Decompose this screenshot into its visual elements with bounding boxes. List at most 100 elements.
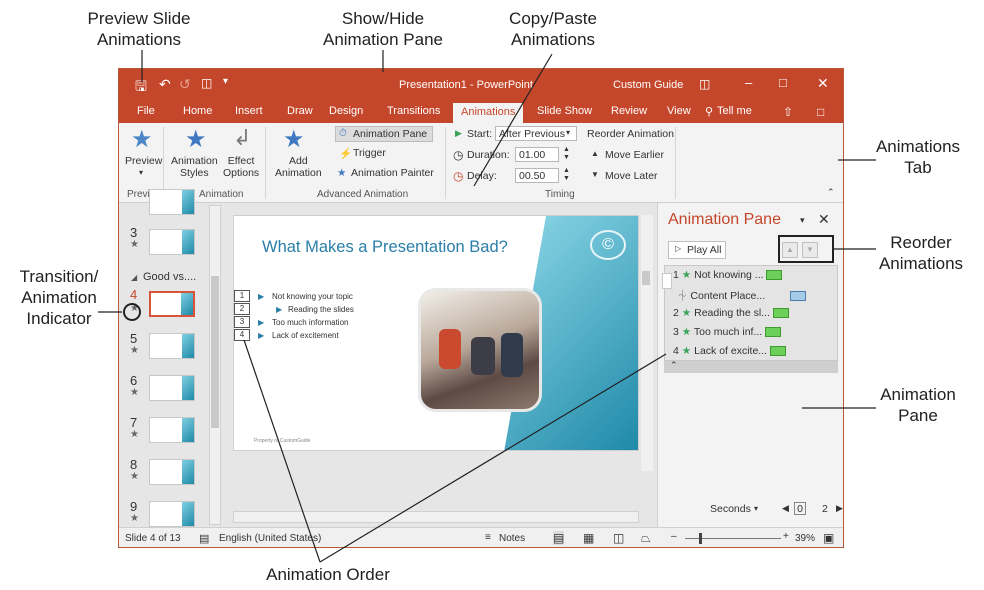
add-animation-button[interactable]: Add Animation xyxy=(275,155,322,179)
animation-list-item[interactable]: 2 ★ Reading the sl... xyxy=(673,307,789,319)
tab-home[interactable]: Home xyxy=(183,105,212,117)
trigger-button[interactable]: Trigger xyxy=(353,147,386,159)
callout-animations-tab: Animations Tab xyxy=(875,137,961,177)
timeline-left-icon[interactable]: ◀ xyxy=(782,503,789,514)
photo-person xyxy=(439,329,461,369)
timeline-start: 0 xyxy=(794,502,806,515)
animation-order-tag[interactable]: 1 xyxy=(234,290,250,302)
qat-dropdown-icon[interactable]: ▾ xyxy=(223,76,228,87)
slide-thumbnail[interactable] xyxy=(149,229,195,255)
animation-list-item[interactable]: 4 ★ Lack of excite... xyxy=(673,345,786,357)
slide-hscroll[interactable] xyxy=(233,511,639,523)
slide-counter: Slide 4 of 13 xyxy=(125,533,181,544)
slideshow-view-icon[interactable]: ⏢ xyxy=(641,531,651,546)
animation-list-item[interactable]: 3 ★ Too much inf... xyxy=(673,326,782,338)
bullet-text: Lack of excitement xyxy=(272,331,339,340)
tab-draw[interactable]: Draw xyxy=(287,105,313,117)
title-bar: 🖫 ↶ ↺ ◫ ▾ Presentation1 - PowerPoint Cus… xyxy=(119,69,843,101)
scrollbar-thumb[interactable] xyxy=(642,271,650,285)
tab-file[interactable]: File xyxy=(137,105,155,117)
close-icon[interactable]: ✕ xyxy=(817,75,829,92)
undo-icon[interactable]: ↶ xyxy=(159,76,171,93)
slide-vscroll[interactable] xyxy=(641,215,653,471)
animation-list-item[interactable]: 1 ★ Not knowing ... xyxy=(673,269,783,281)
slide-thumbnail[interactable] xyxy=(149,333,195,359)
ribbon-display-icon[interactable]: ◫ xyxy=(699,77,710,91)
start-from-beginning-icon[interactable]: ◫ xyxy=(201,76,212,90)
tab-review[interactable]: Review xyxy=(611,105,647,117)
zoom-level[interactable]: 39% xyxy=(795,533,815,544)
tab-slide-show[interactable]: Slide Show xyxy=(537,105,592,117)
start-select[interactable]: After Previous ▾ xyxy=(495,126,577,141)
move-down-icon[interactable]: ▼ xyxy=(802,242,818,258)
animation-order-tag[interactable]: 4 xyxy=(234,329,250,341)
tab-animations[interactable]: Animations xyxy=(453,103,524,123)
move-up-icon[interactable]: ▲ xyxy=(782,242,798,258)
duration-input[interactable]: 01.00 xyxy=(515,147,559,162)
preview-button[interactable]: Preview xyxy=(125,155,162,167)
language-status[interactable]: English (United States) xyxy=(219,533,321,544)
tab-design[interactable]: Design xyxy=(329,105,363,117)
share-icon[interactable]: ⇧ xyxy=(783,105,793,119)
start-dropdown-icon: ▾ xyxy=(566,128,571,137)
zoom-slider-handle[interactable] xyxy=(699,533,702,544)
redo-icon[interactable]: ↺ xyxy=(179,76,191,93)
slide-canvas[interactable]: © What Makes a Presentation Bad? 1 2 3 4… xyxy=(233,215,639,451)
tab-insert[interactable]: Insert xyxy=(235,105,263,117)
section-collapse-icon[interactable]: ◢ xyxy=(131,273,137,282)
slide-number: 8 xyxy=(130,457,138,472)
tell-me-box[interactable]: Tell me xyxy=(717,105,752,117)
collapse-ribbon-icon[interactable]: ⌃ xyxy=(827,187,835,198)
slide-thumbnail[interactable] xyxy=(149,459,195,485)
timeline-right-icon[interactable]: ▶ xyxy=(836,503,843,514)
reading-view-icon[interactable]: ◫ xyxy=(613,531,624,545)
play-all-button[interactable]: ▷ Play All xyxy=(668,241,726,259)
maximize-icon[interactable]: □ xyxy=(779,75,787,90)
collapse-list-bar[interactable]: ⌃ xyxy=(664,360,838,373)
slide-thumbnail[interactable] xyxy=(149,417,195,443)
pane-close-icon[interactable]: ✕ xyxy=(818,211,830,228)
slide-sorter-icon[interactable]: ▦ xyxy=(583,531,594,545)
section-name[interactable]: Good vs.... xyxy=(143,271,196,283)
animation-pane-button[interactable]: ⏱ Animation Pane xyxy=(335,126,433,142)
notes-icon[interactable]: ≡ xyxy=(485,532,491,543)
scrollbar-thumb[interactable] xyxy=(211,276,219,428)
animation-order-tag[interactable]: 2 xyxy=(234,303,250,315)
preview-dropdown-icon[interactable]: ▾ xyxy=(139,168,143,177)
pane-options-icon[interactable]: ▾ xyxy=(800,215,805,226)
delay-input[interactable]: 00.50 xyxy=(515,168,559,183)
tab-view[interactable]: View xyxy=(667,105,691,117)
animation-pane-title: Animation Pane xyxy=(668,211,781,228)
spell-check-icon[interactable]: ▤ xyxy=(199,532,209,545)
slide-thumbnail[interactable] xyxy=(149,375,195,401)
animation-order-tag[interactable]: 3 xyxy=(234,316,250,328)
slide-photo[interactable] xyxy=(418,288,542,412)
account-name[interactable]: Custom Guide xyxy=(613,79,683,91)
pane-scrollbar[interactable] xyxy=(662,273,672,289)
notes-button[interactable]: Notes xyxy=(499,533,525,544)
animation-pane: Animation Pane ▾ ✕ ▷ Play All ▲ ▼ 1 ★ No… xyxy=(657,203,843,527)
tab-transitions[interactable]: Transitions xyxy=(387,105,440,117)
seconds-dropdown[interactable]: Seconds xyxy=(710,503,751,515)
fit-slide-icon[interactable]: ▣ xyxy=(823,531,834,545)
save-icon[interactable]: 🖫 xyxy=(135,76,147,100)
slide-thumbnail[interactable] xyxy=(149,189,195,215)
animation-list: 1 ★ Not knowing ... ⏆ Content Place... 2… xyxy=(664,265,838,361)
seconds-dropdown-icon[interactable]: ▾ xyxy=(754,504,758,513)
thumbnails-scrollbar[interactable] xyxy=(209,205,221,525)
animation-styles-button[interactable]: Animation Styles xyxy=(171,155,218,179)
slide-thumbnail-selected[interactable] xyxy=(149,291,195,317)
animation-list-item[interactable]: ⏆ Content Place... xyxy=(677,288,807,303)
normal-view-icon[interactable]: ▤ xyxy=(553,531,565,545)
zoom-in-icon[interactable]: + xyxy=(783,531,789,542)
comments-icon[interactable]: □ xyxy=(817,105,824,119)
zoom-out-icon[interactable]: – xyxy=(671,531,677,542)
move-later-button[interactable]: Move Later xyxy=(605,170,658,182)
delay-spinner-icon[interactable]: ▲ ▼ xyxy=(563,167,570,183)
move-earlier-button[interactable]: Move Earlier xyxy=(605,149,664,161)
minimize-icon[interactable]: – xyxy=(745,75,752,90)
duration-spinner-icon[interactable]: ▲ ▼ xyxy=(563,146,570,162)
slide-thumbnail[interactable] xyxy=(149,501,195,527)
animation-painter-button[interactable]: Animation Painter xyxy=(351,167,434,179)
effect-options-button[interactable]: Effect Options xyxy=(223,155,259,179)
